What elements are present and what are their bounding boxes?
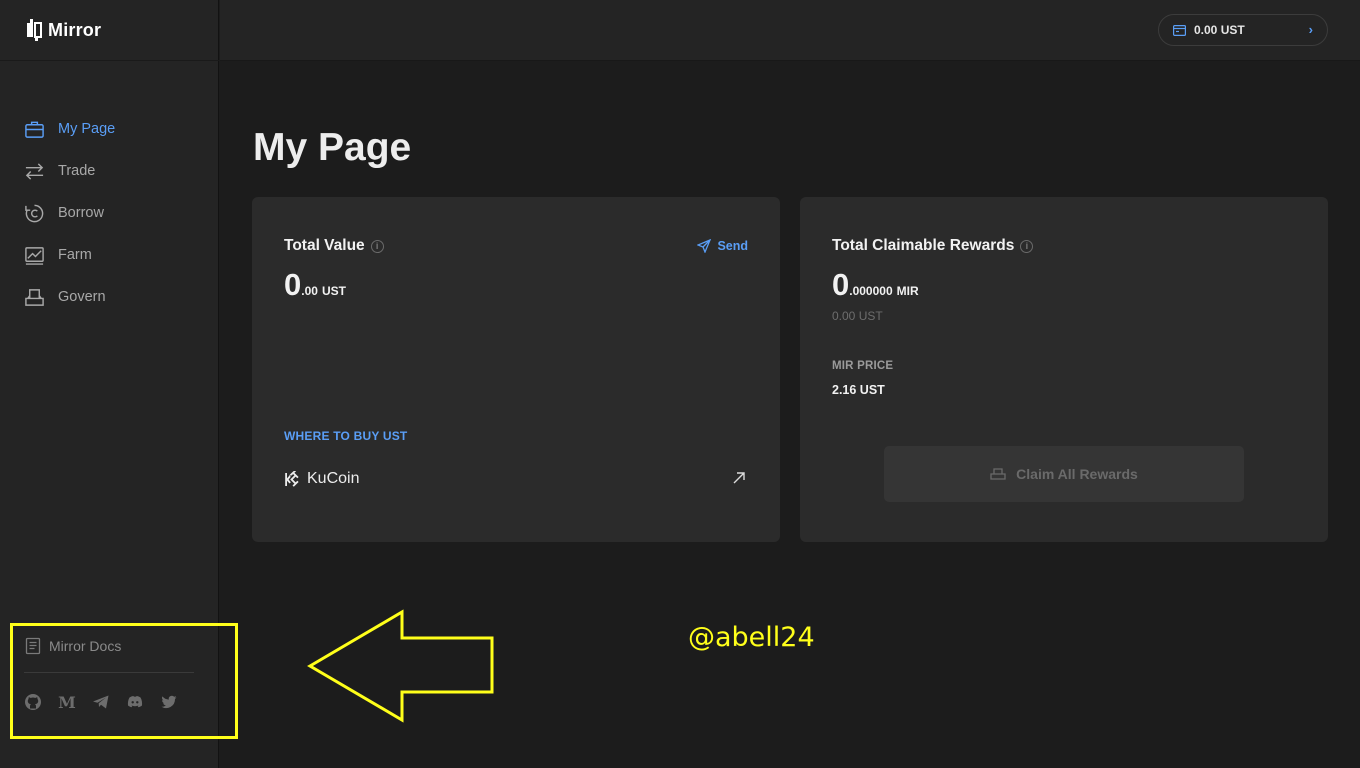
rewards-decimals: .000000 (849, 284, 893, 298)
sidebar-item-my-page[interactable]: My Page (24, 108, 115, 150)
info-icon[interactable]: i (1020, 239, 1034, 253)
mirror-logo-icon (27, 19, 42, 41)
kucoin-icon (285, 470, 299, 487)
annotation-highlight-box (10, 623, 238, 739)
watermark-text: @abell24 (688, 622, 815, 653)
claim-label: Claim All Rewards (1016, 466, 1138, 482)
ballot-box-icon (25, 288, 44, 306)
sidebar-item-label: Govern (58, 289, 106, 305)
page-title: My Page (253, 126, 412, 169)
rewards-title: Total Claimable Rewards (832, 237, 1015, 254)
sidebar-item-govern[interactable]: Govern (24, 276, 115, 318)
chart-icon (25, 246, 44, 265)
send-icon (697, 239, 712, 253)
total-value-int: 0 (284, 267, 302, 302)
total-value-unit: UST (321, 284, 346, 298)
sidebar-divider (0, 60, 219, 61)
rewards-unit: MIR (896, 284, 919, 298)
borrow-icon (25, 204, 44, 222)
app-name: Mirror (48, 19, 102, 40)
mir-price-label: MIR PRICE (832, 360, 894, 372)
claim-icon (990, 468, 1006, 480)
annotation-arrow-icon (307, 609, 494, 723)
total-value-title: Total Value (284, 237, 365, 254)
total-value-card: Total Value i Send 0 .00 UST WHERE TO BU… (252, 197, 780, 542)
sidebar-item-label: Trade (58, 163, 96, 179)
sidebar-item-label: Farm (58, 247, 92, 263)
where-to-buy-label: WHERE TO BUY UST (284, 429, 408, 443)
swap-arrows-icon (25, 162, 44, 180)
briefcase-icon (25, 121, 44, 138)
external-link-icon (733, 472, 745, 484)
rewards-header: Total Claimable Rewards i (832, 237, 1034, 255)
wallet-button[interactable]: 0.00 UST › (1158, 14, 1328, 46)
total-value-amount: 0 .00 UST (284, 267, 346, 303)
claim-all-rewards-button[interactable]: Claim All Rewards (884, 446, 1244, 502)
sidebar-item-farm[interactable]: Farm (24, 234, 115, 276)
main-nav: My Page Trade Borrow Farm Govern (24, 108, 115, 318)
exchange-name: KuCoin (307, 470, 360, 487)
mir-price-value: 2.16 UST (832, 383, 885, 397)
sidebar-item-label: Borrow (58, 205, 104, 221)
wallet-balance: 0.00 UST (1194, 23, 1245, 37)
sidebar-item-label: My Page (58, 121, 116, 137)
info-icon[interactable]: i (370, 239, 384, 253)
send-label: Send (717, 239, 748, 253)
rewards-int: 0 (832, 267, 850, 302)
rewards-ust-value: 0.00 UST (832, 309, 883, 323)
total-value-header: Total Value i (284, 237, 384, 255)
kucoin-link[interactable]: KuCoin (284, 467, 748, 491)
chevron-right-icon: › (1308, 22, 1313, 37)
wallet-icon (1173, 24, 1186, 36)
rewards-amount: 0 .000000 MIR (832, 267, 919, 303)
rewards-card: Total Claimable Rewards i 0 .000000 MIR … (800, 197, 1328, 542)
total-value-decimals: .00 (301, 284, 318, 298)
sidebar-item-trade[interactable]: Trade (24, 150, 115, 192)
send-button[interactable]: Send (697, 239, 748, 253)
top-bar: 0.00 UST › (220, 0, 1360, 61)
sidebar-item-borrow[interactable]: Borrow (24, 192, 115, 234)
mirror-logo[interactable]: Mirror (26, 16, 101, 44)
